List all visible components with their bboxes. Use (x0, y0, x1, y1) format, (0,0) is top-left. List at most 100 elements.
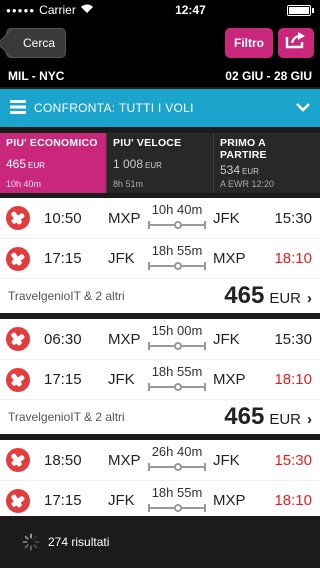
flight-duration: 18h 55m (151, 364, 203, 379)
arrival-time: 18:10 (274, 371, 312, 388)
result-card[interactable]: 06:30 MXP 15h 00m JFK 15:30 17:15 JFK 18… (0, 319, 320, 434)
stop-dot-icon (174, 342, 182, 350)
arrival-time: 18:10 (274, 250, 312, 267)
tab-price: 465 EUR (6, 157, 45, 171)
tab-subtitle: A EWR 12:20 (220, 179, 275, 189)
arrival-airport: MXP (213, 371, 246, 388)
status-bar: ●●●●● Carrier 12:47 (0, 0, 320, 20)
share-icon (285, 31, 307, 54)
departure-airport: MXP (108, 330, 141, 348)
chevron-right-icon: › (307, 411, 312, 428)
tab-title: PRIMO A PARTIRE (220, 137, 267, 161)
flight-duration: 18h 55m (151, 243, 203, 258)
arrival-airport: JFK (213, 209, 240, 227)
tab-title: PIU' VELOCE (113, 137, 182, 149)
arrival-time: 15:30 (274, 330, 312, 348)
departure-time: 17:15 (44, 492, 82, 509)
arrival-airport: JFK (213, 330, 240, 348)
result-card[interactable]: 18:50 MXP 26h 40m JFK 15:30 17:15 JFK 18… (0, 440, 320, 516)
departure-airport: MXP (108, 209, 141, 227)
departure-airport: MXP (108, 451, 141, 469)
airline-logo-icon (6, 327, 30, 351)
price-currency: EUR (269, 411, 301, 428)
nav-bar: Cerca Filtro (0, 20, 320, 65)
stop-dot-icon (174, 463, 182, 471)
route-cities: MIL - NYC (8, 69, 65, 83)
tab-cheapest[interactable]: PIU' ECONOMICO 465 EUR 10h 40m (0, 133, 107, 193)
stop-dot-icon (174, 383, 182, 391)
airline-logo-icon (6, 246, 30, 271)
airline-logo-icon (6, 448, 30, 472)
wifi-icon (80, 3, 94, 17)
flight-leg-return: 17:15 JFK 18h 55m MXP 18:10 (0, 238, 320, 278)
departure-airport: JFK (108, 492, 135, 509)
compare-label: CONFRONTA: TUTTI I VOLI (34, 101, 194, 115)
back-button[interactable]: Cerca (6, 27, 67, 58)
flight-duration: 18h 55m (151, 485, 203, 500)
back-button-label: Cerca (23, 35, 56, 50)
departure-time: 10:50 (44, 209, 82, 227)
results-list[interactable]: 10:50 MXP 10h 40m JFK 15:30 17:15 JFK 18… (0, 197, 320, 516)
airline-logo-icon (6, 367, 30, 392)
arrival-time: 15:30 (274, 451, 312, 469)
agencies-label: TravelgenioIT & 2 altri (8, 410, 125, 424)
departure-airport: JFK (108, 250, 135, 267)
departure-time: 17:15 (44, 250, 82, 267)
status-time: 12:47 (175, 3, 206, 17)
flight-duration: 15h 00m (151, 323, 203, 338)
tab-price: 1 008 EUR (113, 157, 162, 171)
flight-leg-return: 17:15 JFK 18h 55m MXP 18:10 (0, 480, 320, 516)
results-count-bar: 274 risultati (0, 516, 320, 568)
filter-button[interactable]: Filtro (225, 27, 273, 58)
departure-time: 17:15 (44, 371, 82, 388)
route-bar: MIL - NYC 02 GIU - 28 GIU (0, 65, 320, 87)
flight-leg-outbound: 10:50 MXP 10h 40m JFK 15:30 (0, 198, 320, 238)
chevron-down-icon (296, 101, 310, 115)
flight-leg-return: 17:15 JFK 18h 55m MXP 18:10 (0, 359, 320, 399)
results-count-label: 274 risultati (48, 535, 110, 549)
arrival-airport: MXP (213, 492, 246, 509)
tab-title: PIU' ECONOMICO (6, 137, 98, 149)
tab-price: 534 EUR (220, 163, 259, 177)
signal-dots: ●●●●● (6, 5, 36, 15)
result-price[interactable]: 465 EUR › (224, 403, 312, 431)
flight-duration: 26h 40m (151, 444, 203, 459)
departure-time: 06:30 (44, 330, 82, 348)
result-footer: TravelgenioIT & 2 altri 465 EUR › (0, 278, 320, 313)
arrival-time: 15:30 (274, 209, 312, 227)
flight-duration: 10h 40m (151, 202, 203, 217)
filter-button-label: Filtro (234, 35, 264, 50)
loading-spinner-icon (22, 533, 40, 551)
result-footer: TravelgenioIT & 2 altri 465 EUR › (0, 399, 320, 434)
carrier-label: Carrier (39, 3, 76, 17)
tab-earliest[interactable]: PRIMO A PARTIRE 534 EUR A EWR 12:20 (214, 133, 320, 193)
agencies-label: TravelgenioIT & 2 altri (8, 289, 125, 303)
stop-dot-icon (174, 504, 182, 512)
compare-dropdown[interactable]: CONFRONTA: TUTTI I VOLI (0, 89, 320, 127)
flight-leg-outbound: 18:50 MXP 26h 40m JFK 15:30 (0, 440, 320, 480)
result-price[interactable]: 465 EUR › (224, 282, 312, 310)
tab-fastest[interactable]: PIU' VELOCE 1 008 EUR 8h 51m (107, 133, 214, 193)
sort-tabs: PIU' ECONOMICO 465 EUR 10h 40m PIU' VELOC… (0, 133, 320, 193)
stop-dot-icon (174, 262, 182, 270)
departure-time: 18:50 (44, 451, 82, 469)
flight-leg-outbound: 06:30 MXP 15h 00m JFK 15:30 (0, 319, 320, 359)
arrival-airport: JFK (213, 451, 240, 469)
route-dates: 02 GIU - 28 GIU (225, 69, 312, 83)
arrival-time: 18:10 (274, 492, 312, 509)
stop-dot-icon (174, 221, 182, 229)
share-button[interactable] (278, 27, 314, 58)
chevron-right-icon: › (307, 290, 312, 307)
price-amount: 465 (224, 403, 265, 430)
arrival-airport: MXP (213, 250, 246, 267)
price-currency: EUR (269, 290, 301, 307)
result-card[interactable]: 10:50 MXP 10h 40m JFK 15:30 17:15 JFK 18… (0, 198, 320, 313)
price-amount: 465 (224, 282, 265, 309)
airline-logo-icon (6, 488, 30, 513)
tab-subtitle: 10h 40m (6, 179, 42, 189)
airline-logo-icon (6, 206, 30, 230)
battery-icon (286, 4, 314, 16)
list-icon (10, 99, 26, 117)
departure-airport: JFK (108, 371, 135, 388)
tab-subtitle: 8h 51m (113, 179, 144, 189)
